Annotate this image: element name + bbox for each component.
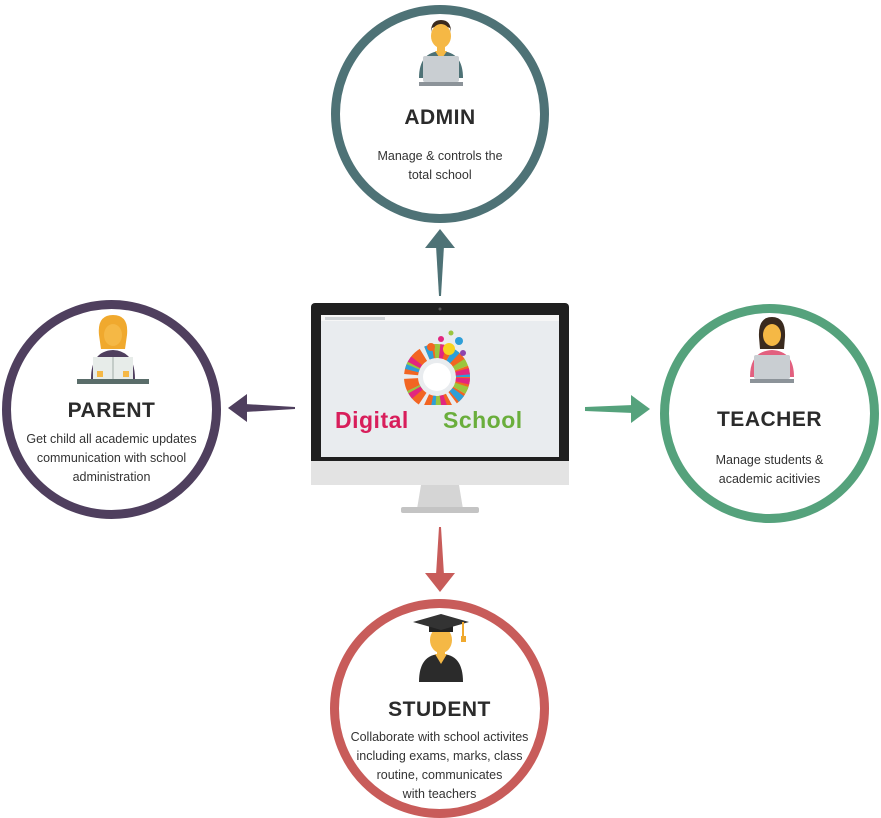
logo-word-digital: Digital	[335, 407, 409, 433]
teacher-laptop-user-icon	[750, 317, 794, 383]
student-title: STUDENT	[388, 698, 491, 721]
graduate-student-icon	[413, 614, 469, 682]
digital-school-logo-icon	[404, 330, 470, 405]
teacher-title: TEACHER	[716, 408, 822, 431]
arrow-to-parent	[228, 394, 295, 422]
student-description: Collaborate with school activites includ…	[350, 730, 529, 801]
teacher-node: TEACHER Manage students & academic aciti…	[660, 304, 879, 523]
parent-reading-icon	[77, 315, 149, 384]
parent-node: PARENT Get child all academic updates co…	[2, 300, 221, 519]
arrow-to-admin	[425, 229, 455, 296]
teacher-description: Manage students & academic acitivies	[715, 453, 824, 486]
arrow-to-student	[425, 527, 455, 592]
admin-description: Manage & controls the total school	[377, 149, 503, 182]
admin-laptop-user-icon	[419, 20, 463, 86]
logo-word-school: School	[443, 407, 523, 433]
arrow-to-teacher	[585, 395, 650, 423]
center-monitor: Digital School	[311, 303, 569, 513]
parent-description: Get child all academic updates communica…	[26, 432, 197, 484]
student-node: STUDENT Collaborate with school activite…	[330, 599, 549, 818]
parent-title: PARENT	[67, 399, 156, 422]
admin-node: ADMIN Manage & controls the total school	[331, 5, 549, 223]
admin-title: ADMIN	[404, 106, 476, 129]
